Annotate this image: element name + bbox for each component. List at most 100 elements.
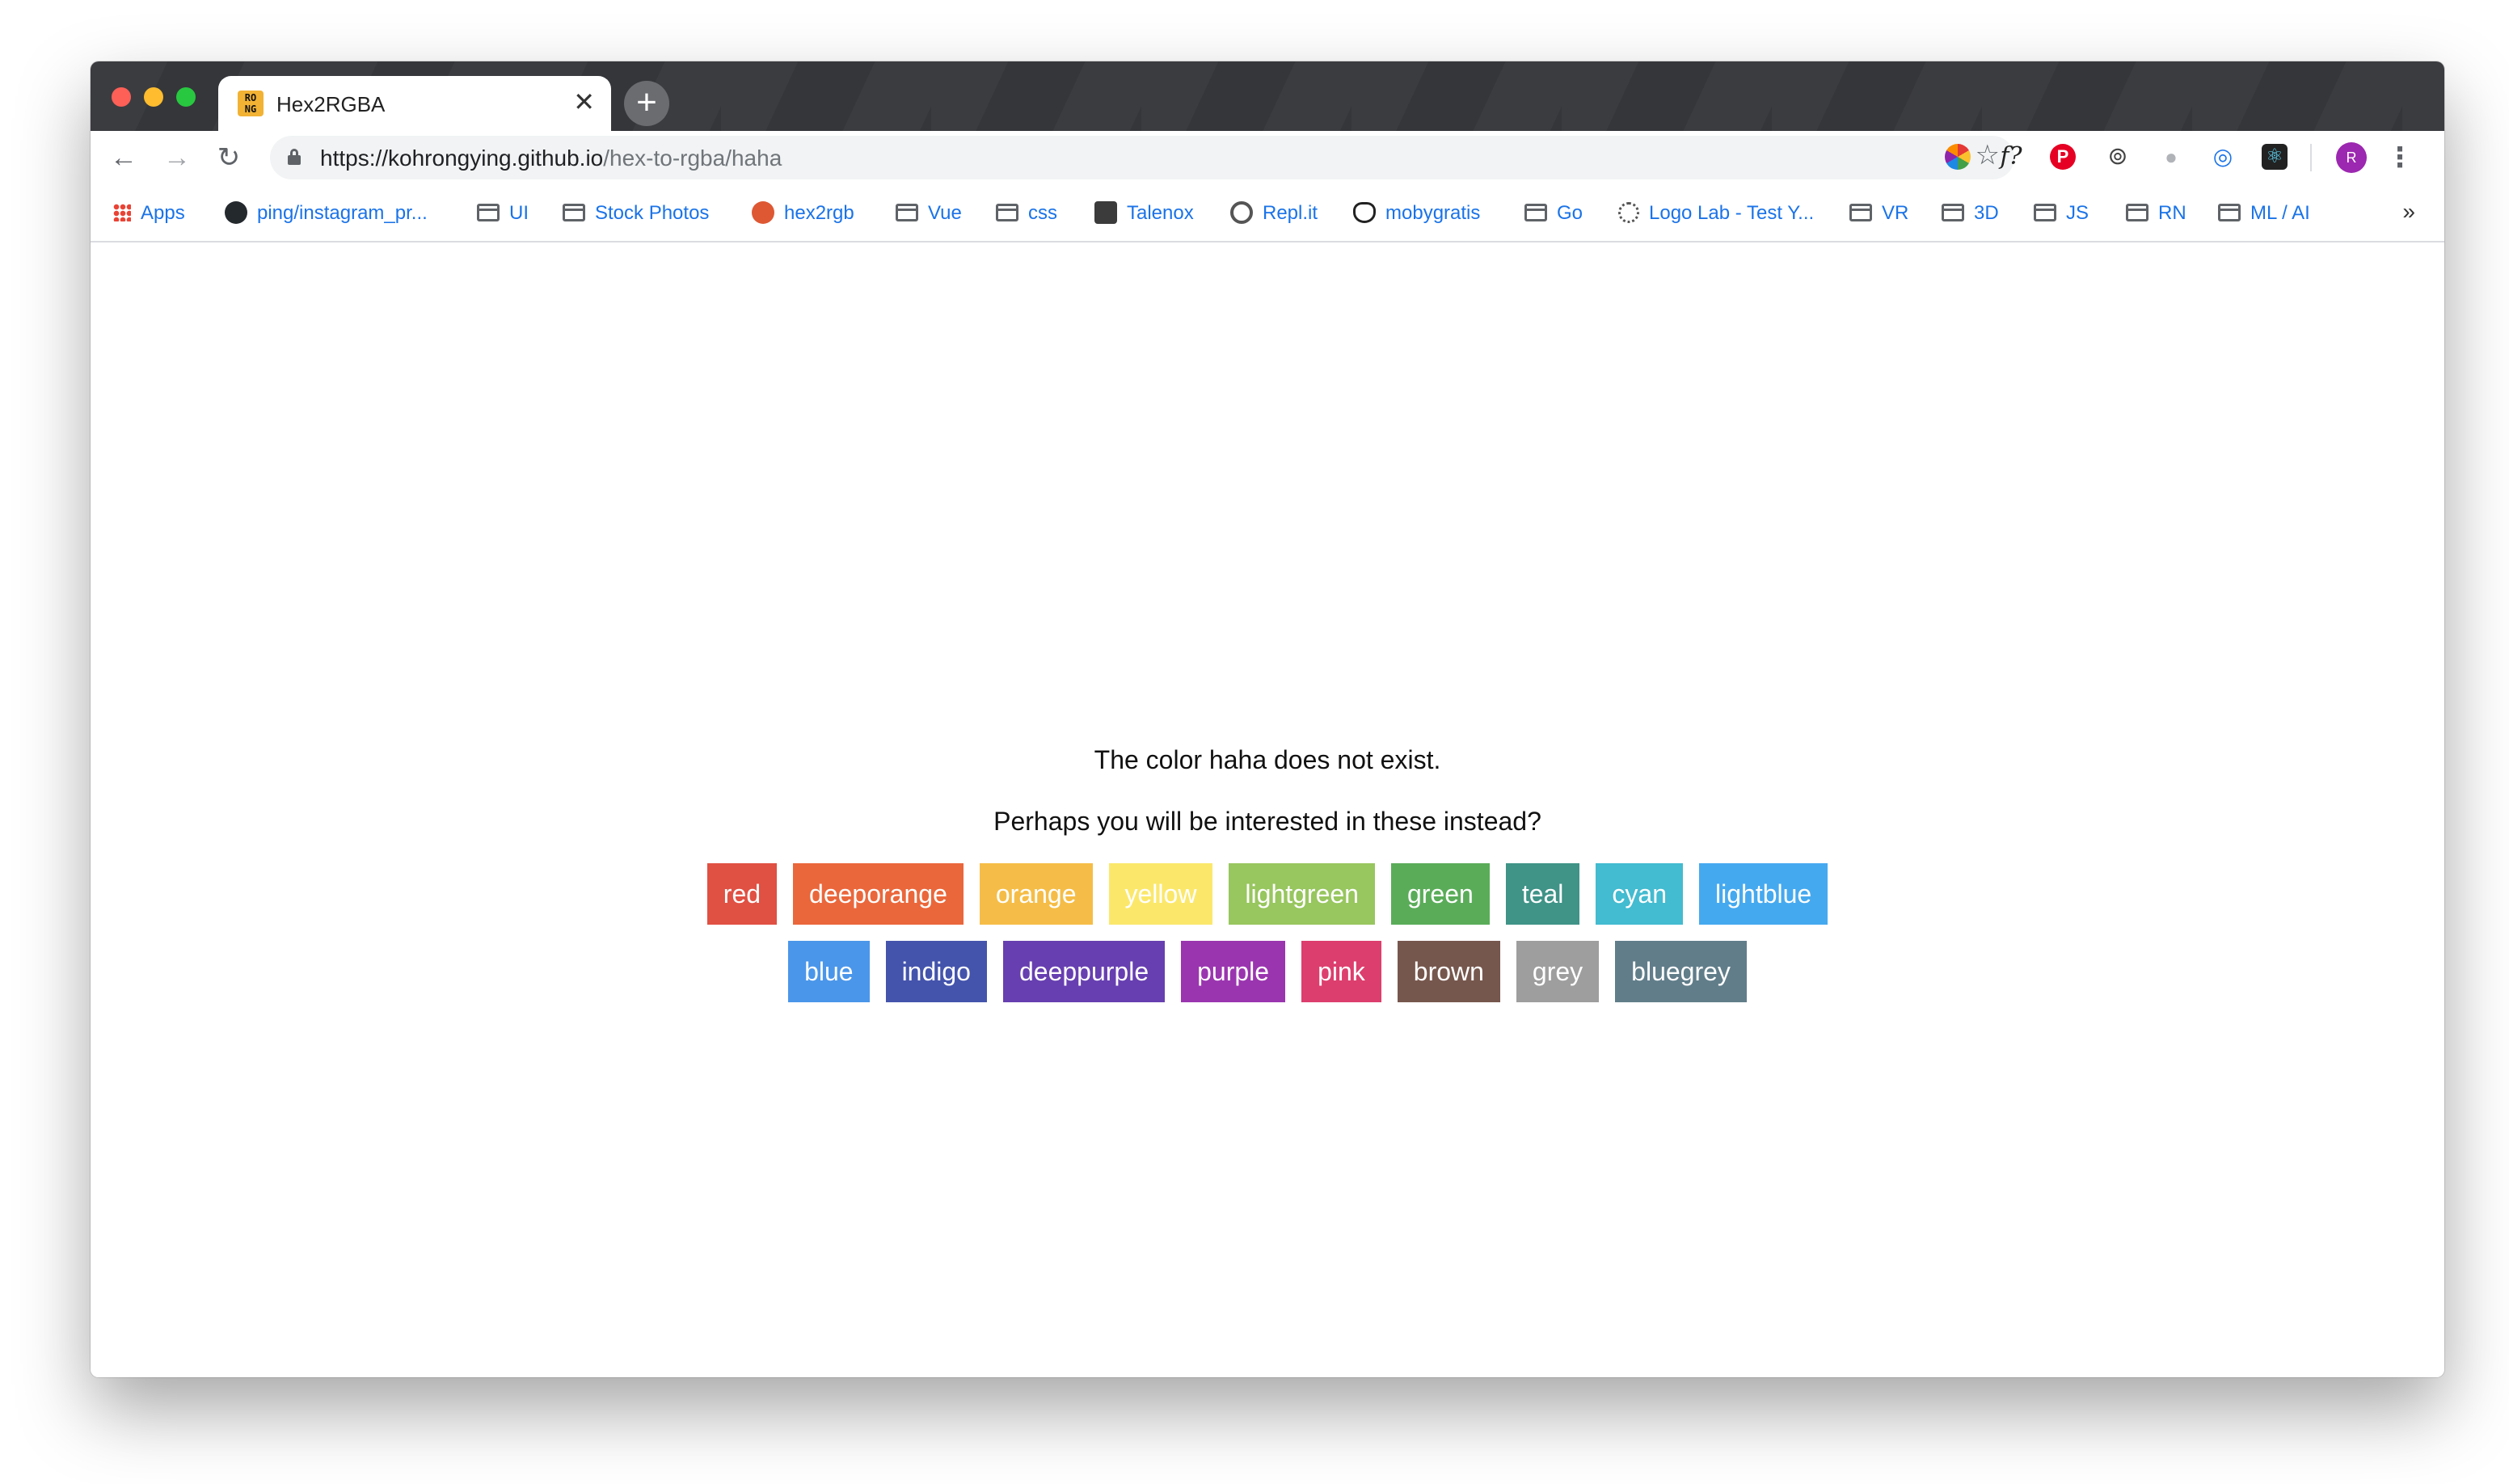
talenox-icon	[1094, 200, 1117, 224]
lock-icon[interactable]	[288, 149, 301, 165]
color-chip-yellow[interactable]: yellow	[1108, 863, 1213, 925]
bookmarks-overflow-chevron-icon[interactable]: »	[2402, 197, 2415, 226]
folder-icon	[1524, 203, 1547, 221]
bookmark-folder-css[interactable]: css	[996, 199, 1057, 228]
profile-avatar[interactable]: R	[2336, 142, 2367, 173]
tab-hex2rgba[interactable]: RO NG Hex2RGBA ✕	[218, 76, 611, 131]
bookmark-folder-3d[interactable]: 3D	[1942, 199, 1999, 228]
page-content: The color haha does not exist. Perhaps y…	[91, 244, 2444, 1377]
kebab-menu-icon[interactable]: ⋮	[2386, 139, 2414, 176]
bookmark-label: UI	[509, 202, 529, 224]
bookmark-apps[interactable]: Apps	[113, 199, 185, 228]
folder-icon	[2126, 203, 2148, 221]
color-chip-deeporange[interactable]: deeporange	[793, 863, 964, 925]
color-chip-purple[interactable]: purple	[1181, 941, 1286, 1002]
tab-title: Hex2RGBA	[276, 92, 386, 116]
tab-close-icon[interactable]: ✕	[573, 87, 595, 116]
folder-icon	[996, 203, 1018, 221]
bookmark-label: Stock Photos	[595, 202, 710, 224]
bulb-extension-icon[interactable]: ●	[2157, 142, 2186, 171]
bookmark-label: Go	[1557, 202, 1583, 224]
bookmark-folder-js[interactable]: JS	[2034, 199, 2089, 228]
color-chip-cyan[interactable]: cyan	[1596, 863, 1683, 925]
reload-icon[interactable]: ↻	[210, 139, 247, 176]
bookmark-label: JS	[2066, 202, 2089, 224]
address-url[interactable]: https://kohrongying.github.io/hex-to-rgb…	[320, 145, 782, 171]
duckduckgo-icon	[752, 200, 774, 224]
bookmark-folder-vr[interactable]: VR	[1849, 199, 1908, 228]
folder-icon	[1942, 203, 1964, 221]
color-chip-teal[interactable]: teal	[1505, 863, 1580, 925]
folder-icon	[896, 203, 918, 221]
color-suggestions-row-1: red deeporange orange yellow lightgreen …	[91, 863, 2444, 925]
forward-arrow-icon[interactable]: →	[158, 139, 196, 176]
moby-icon	[1353, 201, 1376, 223]
bookmark-replit[interactable]: Repl.it	[1230, 199, 1318, 228]
folder-icon	[2034, 203, 2056, 221]
color-chip-lightgreen[interactable]: lightgreen	[1229, 863, 1375, 925]
color-picker-extension-icon[interactable]	[1945, 144, 1971, 170]
bookmark-label: Logo Lab - Test Y...	[1649, 202, 1815, 224]
bookmark-label: Repl.it	[1263, 202, 1318, 224]
address-bar[interactable]: https://kohrongying.github.io/hex-to-rgb…	[270, 136, 2014, 179]
bookmark-label: Apps	[141, 202, 185, 224]
bookmark-talenox[interactable]: Talenox	[1094, 199, 1194, 228]
bookmark-hex2rgb[interactable]: hex2rgb	[752, 199, 854, 228]
bookmark-label: hex2rgb	[784, 202, 854, 224]
bookmark-label: ping/instagram_pr...	[257, 202, 428, 224]
color-chip-brown[interactable]: brown	[1397, 941, 1500, 1002]
password-manager-extension-icon[interactable]: ◎	[2208, 142, 2237, 171]
bookmark-mobygratis[interactable]: mobygratis	[1353, 199, 1480, 228]
react-devtools-extension-icon[interactable]: ⚛	[2262, 144, 2288, 170]
color-chip-lightblue[interactable]: lightblue	[1699, 863, 1828, 925]
bookmark-label: css	[1028, 202, 1057, 224]
logo-lab-icon	[1618, 201, 1639, 223]
color-chip-grey[interactable]: grey	[1516, 941, 1600, 1002]
folder-icon	[2218, 203, 2241, 221]
pinterest-extension-icon[interactable]: P	[2050, 144, 2076, 170]
browser-window: RO NG Hex2RGBA ✕ + ← → ↻ https://kohrong…	[91, 61, 2444, 1377]
bookmark-folder-rn[interactable]: RN	[2126, 199, 2186, 228]
color-chip-pink[interactable]: pink	[1301, 941, 1381, 1002]
color-suggestions-row-2: blue indigo deeppurple purple pink brown…	[91, 941, 2444, 1002]
bookmark-folder-go[interactable]: Go	[1524, 199, 1583, 228]
color-chip-bluegrey[interactable]: bluegrey	[1615, 941, 1747, 1002]
browser-toolbar: ← → ↻ https://kohrongying.github.io/hex-…	[91, 131, 2444, 184]
replit-icon	[1230, 200, 1253, 224]
close-window-button[interactable]	[112, 87, 131, 107]
folder-icon	[1849, 203, 1872, 221]
color-chip-green[interactable]: green	[1390, 863, 1490, 925]
spiral-extension-icon[interactable]: ⊚	[2103, 142, 2132, 171]
bookmark-folder-stock-photos[interactable]: Stock Photos	[563, 199, 709, 228]
color-chip-blue[interactable]: blue	[788, 941, 870, 1002]
fullscreen-window-button[interactable]	[176, 87, 196, 107]
bookmark-folder-ui[interactable]: UI	[477, 199, 529, 228]
back-arrow-icon[interactable]: ←	[105, 139, 142, 176]
bookmark-logo-lab[interactable]: Logo Lab - Test Y...	[1618, 199, 1814, 228]
bookmark-label: mobygratis	[1385, 202, 1481, 224]
github-icon	[225, 200, 247, 224]
bookmark-folder-vue[interactable]: Vue	[896, 199, 962, 228]
color-chip-red[interactable]: red	[706, 863, 778, 925]
not-found-message: The color haha does not exist.	[1094, 745, 1441, 774]
bookmark-github[interactable]: ping/instagram_pr...	[225, 199, 428, 228]
bookmark-label: 3D	[1974, 202, 1999, 224]
new-tab-button[interactable]: +	[624, 81, 669, 126]
bookmark-label: Talenox	[1127, 202, 1194, 224]
bookmark-label: VR	[1882, 202, 1909, 224]
bookmark-label: Vue	[928, 202, 962, 224]
bookmark-folder-ml-ai[interactable]: ML / AI	[2218, 199, 2310, 228]
bookmarks-bar: Apps ping/instagram_pr... UI Stock Photo…	[91, 184, 2444, 242]
minimize-window-button[interactable]	[144, 87, 163, 107]
bookmark-label: RN	[2158, 202, 2186, 224]
apps-grid-icon	[113, 203, 131, 221]
folder-icon	[477, 203, 500, 221]
color-chip-orange[interactable]: orange	[979, 863, 1093, 925]
color-chip-deeppurple[interactable]: deeppurple	[1002, 941, 1166, 1002]
folder-icon	[563, 203, 585, 221]
color-chip-indigo[interactable]: indigo	[885, 941, 987, 1002]
bookmark-label: ML / AI	[2250, 202, 2310, 224]
site-favicon-icon: RO NG	[238, 91, 264, 116]
suggestion-prompt: Perhaps you will be interested in these …	[993, 807, 1541, 836]
whatfont-extension-icon[interactable]: f?	[1997, 142, 2026, 171]
